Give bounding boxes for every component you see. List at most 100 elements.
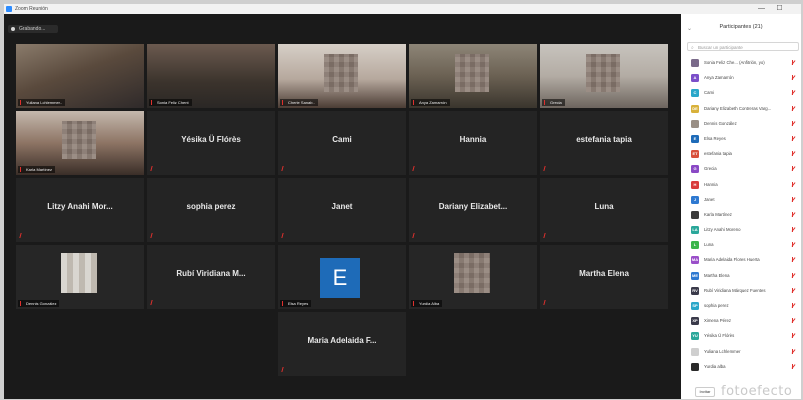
recording-indicator[interactable]: Grabando... (8, 25, 58, 33)
participant-list-item[interactable]: Karla Martínez (687, 208, 801, 223)
avatar: RV (691, 286, 699, 295)
participant-name: Maria Adelaida Flores Huerta (704, 257, 760, 263)
muted-mic-icon[interactable] (792, 242, 795, 248)
participant-tile[interactable]: Janet (278, 178, 406, 242)
avatar: L (691, 241, 699, 250)
participant-list: Sonia Feliz Che... (Anfitrión, yo) A Anya … (687, 56, 801, 375)
muted-mic-icon (543, 233, 549, 238)
muted-mic-icon[interactable] (792, 151, 795, 157)
participant-name-tag: Anya Zamarrón (411, 99, 450, 106)
participant-name: Ximena Pérez (704, 318, 731, 324)
participant-tile[interactable]: estefania tapia (540, 111, 668, 175)
participant-tile[interactable]: Cherie Sanab.. (278, 44, 406, 108)
maximize-button[interactable]: ☐ (774, 4, 785, 14)
window-title: Zoom Reunión (15, 6, 48, 12)
participant-list-item[interactable]: L Luna (687, 238, 801, 253)
muted-mic-icon (19, 233, 25, 238)
participant-search-input[interactable]: ⌕ Buscar un participante (687, 42, 799, 51)
participant-tile[interactable]: E Elsa Reyes (278, 245, 406, 309)
participant-display-name: Janet (331, 202, 353, 211)
muted-mic-icon[interactable] (792, 90, 795, 96)
participant-name: Dennis González (704, 120, 737, 126)
participant-tile[interactable]: Yésika Ü Flórès (147, 111, 275, 175)
participant-list-item[interactable]: MA Maria Adelaida Flores Huerta (687, 253, 801, 268)
avatar: G (691, 165, 699, 174)
participant-list-item[interactable]: J Janet (687, 193, 801, 208)
participant-display-name: sophia perez (186, 202, 236, 211)
muted-mic-icon[interactable] (792, 120, 795, 126)
participant-tile[interactable]: Anya Zamarrón (409, 44, 537, 108)
participant-tile[interactable]: Grecia (540, 44, 668, 108)
participant-list-item[interactable]: Dennis González (687, 117, 801, 132)
participant-list-item[interactable]: ET estefania tapia (687, 147, 801, 162)
participant-tile[interactable]: Dennis González (16, 245, 144, 309)
participant-search-placeholder: Buscar un participante (698, 45, 743, 50)
participant-list-item[interactable]: Yuliana Lchlemmer (687, 345, 801, 360)
muted-mic-icon[interactable] (792, 227, 795, 233)
participant-list-item[interactable]: Yurdia alba (687, 360, 801, 375)
participant-list-item[interactable]: E Elsa Reyes (687, 132, 801, 147)
participant-list-item[interactable]: YU Yésika Ü Flórès (687, 329, 801, 344)
participant-tile[interactable]: Rubí Viridiana M... (147, 245, 275, 309)
participant-list-item[interactable]: XP Ximena Pérez (687, 314, 801, 329)
participant-tile[interactable]: Sonia Feliz Chent (147, 44, 275, 108)
participant-tile[interactable]: Maria Adelaida F... (278, 312, 406, 376)
participant-tile[interactable]: Luna (540, 178, 668, 242)
muted-mic-icon[interactable] (792, 196, 795, 202)
avatar: YU (691, 332, 699, 341)
participant-tile[interactable]: Martha Elena (540, 245, 668, 309)
participant-tile[interactable]: Litzy Anahi Mor... (16, 178, 144, 242)
participant-list-item[interactable]: Sonia Feliz Che... (Anfitrión, yo) (687, 56, 801, 71)
muted-mic-icon[interactable] (792, 363, 795, 369)
muted-mic-icon[interactable] (792, 318, 795, 324)
muted-mic-icon[interactable] (792, 60, 795, 65)
muted-mic-icon (150, 300, 156, 305)
participant-tile[interactable]: Cami (278, 111, 406, 175)
muted-mic-icon[interactable] (792, 135, 795, 141)
participant-tile[interactable]: Dariany Elizabet... (409, 178, 537, 242)
minimize-button[interactable]: — (756, 4, 767, 14)
muted-mic-icon[interactable] (792, 257, 795, 263)
muted-mic-icon[interactable] (792, 181, 795, 187)
muted-mic-icon[interactable] (792, 303, 795, 308)
participant-list-item[interactable]: DE Dariany Elizabeth Contreras Varg... (687, 102, 801, 117)
participant-list-item[interactable]: A Anya Zamarrón (687, 71, 801, 86)
muted-mic-icon (412, 166, 418, 171)
muted-mic-icon[interactable] (792, 348, 795, 354)
muted-mic-icon (543, 166, 549, 171)
avatar: H (691, 180, 699, 189)
pixelated-face (62, 121, 96, 159)
participant-name-tag: Dennis González (18, 300, 60, 307)
participant-display-name: Litzy Anahi Mor... (47, 202, 113, 211)
participant-list-item[interactable]: LA Litzy Anahi Moreno (687, 223, 801, 238)
participant-tile[interactable]: Hannia (409, 111, 537, 175)
participant-list-item[interactable]: SP sophia perez (687, 299, 801, 314)
participant-name: Yurdia alba (704, 363, 726, 369)
participant-tile[interactable]: Yurdia Alba (409, 245, 537, 309)
muted-mic-icon[interactable] (792, 287, 795, 293)
muted-mic-icon[interactable] (792, 333, 795, 339)
avatar (691, 59, 699, 67)
avatar (691, 210, 699, 219)
muted-mic-icon[interactable] (792, 105, 795, 111)
participant-tile[interactable]: sophia perez (147, 178, 275, 242)
participant-list-item[interactable]: ME Martha Elena (687, 269, 801, 284)
participant-list-item[interactable]: RV Rubí Viridiana Márquez Fuentes (687, 284, 801, 299)
muted-mic-icon[interactable] (792, 211, 795, 217)
participant-tile[interactable]: Yuliana Lchlemmer.. (16, 44, 144, 108)
muted-mic-icon[interactable] (792, 272, 795, 278)
participant-name: Cami (704, 90, 715, 96)
participant-list-item[interactable]: H Hannia (687, 178, 801, 193)
muted-mic-icon[interactable] (792, 166, 795, 172)
invite-button[interactable]: Invitar (695, 387, 715, 397)
avatar: A (691, 74, 699, 83)
participant-list-item[interactable]: C Cami (687, 86, 801, 101)
muted-mic-icon[interactable] (792, 75, 795, 81)
participants-panel: ⌄ Participantes (21) ⌕ Buscar un partici… (681, 14, 801, 399)
participant-list-item[interactable]: G Grecia (687, 162, 801, 177)
participant-tile[interactable]: Karla Martínez (16, 111, 144, 175)
pixelated-face (61, 253, 97, 293)
muted-mic-icon (281, 367, 287, 372)
participant-display-name: Cami (332, 135, 352, 144)
pixelated-face (455, 54, 489, 92)
